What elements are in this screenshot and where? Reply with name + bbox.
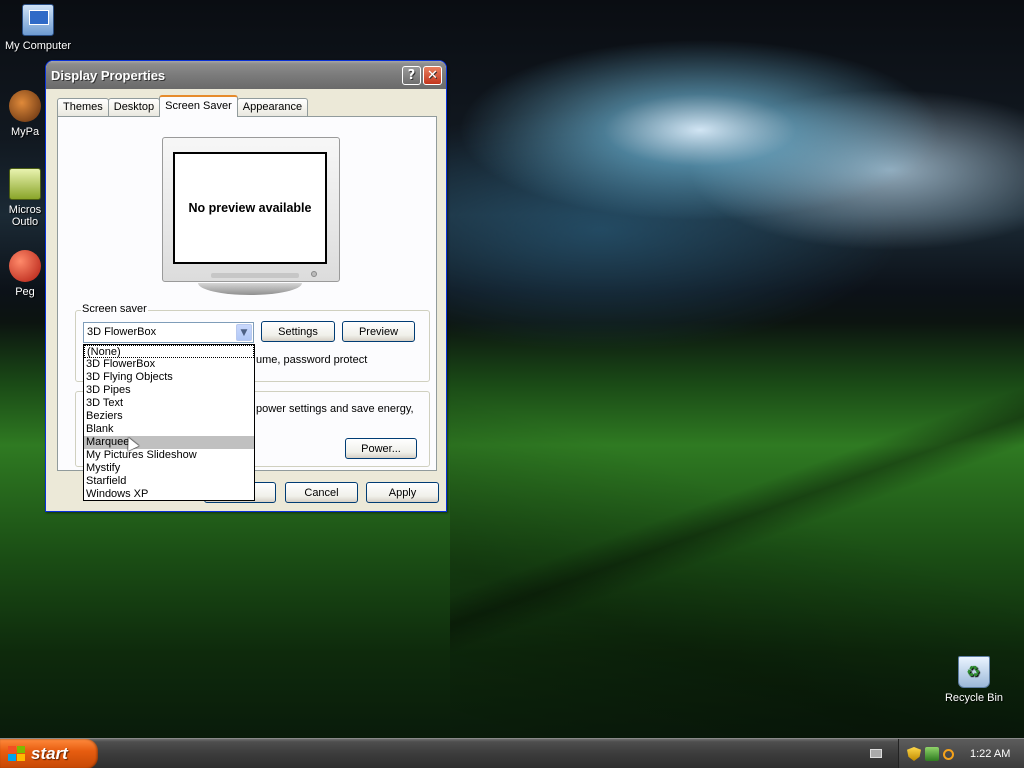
preview-button[interactable]: Preview: [342, 321, 415, 342]
tab-screen-saver[interactable]: Screen Saver: [159, 95, 238, 117]
tab-appearance[interactable]: Appearance: [236, 98, 309, 117]
tab-strip: Themes Desktop Screen Saver Appearance: [57, 95, 309, 117]
power-button[interactable]: Power...: [345, 438, 417, 459]
chevron-down-icon[interactable]: ▼: [236, 324, 252, 341]
dropdown-option[interactable]: Windows XP: [84, 488, 254, 501]
resume-password-text: ume, password protect: [256, 354, 368, 366]
desktop-icon-outlook[interactable]: Micros Outlo: [0, 168, 50, 228]
network-icon[interactable]: [925, 747, 939, 761]
desktop-icon-label: Micros Outlo: [8, 204, 42, 228]
dropdown-option[interactable]: Blank: [84, 423, 254, 436]
screen-saver-select[interactable]: 3D FlowerBox ▼: [83, 322, 254, 343]
preview-screen: No preview available: [173, 152, 327, 264]
desktop-icon-label: My Computer: [4, 40, 72, 52]
help-button[interactable]: ?: [402, 65, 421, 85]
security-shield-icon[interactable]: [907, 747, 921, 761]
apply-button[interactable]: Apply: [366, 482, 439, 503]
dropdown-option-highlighted[interactable]: Marquee: [84, 436, 254, 449]
tab-desktop[interactable]: Desktop: [107, 98, 161, 117]
dropdown-option[interactable]: 3D Text: [84, 397, 254, 410]
start-button[interactable]: start: [0, 739, 98, 768]
window-title: Display Properties: [51, 67, 166, 83]
power-settings-text: power settings and save energy,: [256, 403, 414, 415]
desktop-icon-recycle-bin[interactable]: Recycle Bin: [936, 656, 1012, 704]
dropdown-option[interactable]: Starfield: [84, 475, 254, 488]
windows-logo-icon: [8, 746, 26, 762]
tab-themes[interactable]: Themes: [57, 98, 109, 117]
monitor-stand: [198, 283, 302, 295]
window-titlebar[interactable]: Display Properties ? ✕: [46, 61, 446, 89]
display-properties-window: Display Properties ? ✕ Themes Desktop Sc…: [45, 60, 447, 512]
monitor-slot: [211, 273, 299, 278]
keyboard-icon[interactable]: [870, 749, 882, 758]
start-label: start: [31, 744, 68, 763]
dropdown-option[interactable]: 3D Pipes: [84, 384, 254, 397]
cancel-button[interactable]: Cancel: [285, 482, 358, 503]
monitor-preview: No preview available: [162, 137, 340, 282]
desktop-icon-label: Recycle Bin: [944, 692, 1004, 704]
dropdown-option[interactable]: (None): [84, 345, 254, 358]
clock[interactable]: 1:22 AM: [970, 748, 1010, 760]
recycle-bin-icon: [958, 656, 990, 688]
screen-saver-dropdown-list[interactable]: (None) 3D FlowerBox 3D Flying Objects 3D…: [83, 344, 255, 501]
screen-saver-panel: No preview available Screen saver 3D Flo…: [57, 116, 437, 501]
taskbar: start 1:22 AM: [0, 738, 1024, 768]
dropdown-option[interactable]: Beziers: [84, 410, 254, 423]
dropdown-option[interactable]: Mystify: [84, 462, 254, 475]
search-icon[interactable]: [943, 748, 954, 760]
screen-saver-group-label: Screen saver: [81, 303, 148, 315]
screen-saver-select-value: 3D FlowerBox: [87, 326, 157, 338]
desktop-icon-label: Peg: [15, 286, 35, 298]
system-tray: 1:22 AM: [898, 739, 1024, 768]
close-button[interactable]: ✕: [423, 65, 442, 85]
desktop-icon-label: MyPa: [10, 126, 40, 138]
dropdown-option[interactable]: 3D Flying Objects: [84, 371, 254, 384]
settings-button[interactable]: Settings: [261, 321, 335, 342]
dropdown-option[interactable]: 3D FlowerBox: [84, 358, 254, 371]
desktop-icon-peg[interactable]: Peg: [0, 250, 50, 298]
my-computer-icon: [22, 4, 54, 36]
mypaint-icon: [9, 90, 41, 122]
dropdown-option[interactable]: My Pictures Slideshow: [84, 449, 254, 462]
peg-icon: [9, 250, 41, 282]
desktop-icon-my-computer[interactable]: My Computer: [0, 4, 76, 52]
desktop-icon-mypaint[interactable]: MyPa: [0, 90, 50, 138]
window-body: Themes Desktop Screen Saver Appearance N…: [49, 89, 443, 511]
monitor-led-icon: [311, 271, 317, 277]
outlook-icon: [9, 168, 41, 200]
